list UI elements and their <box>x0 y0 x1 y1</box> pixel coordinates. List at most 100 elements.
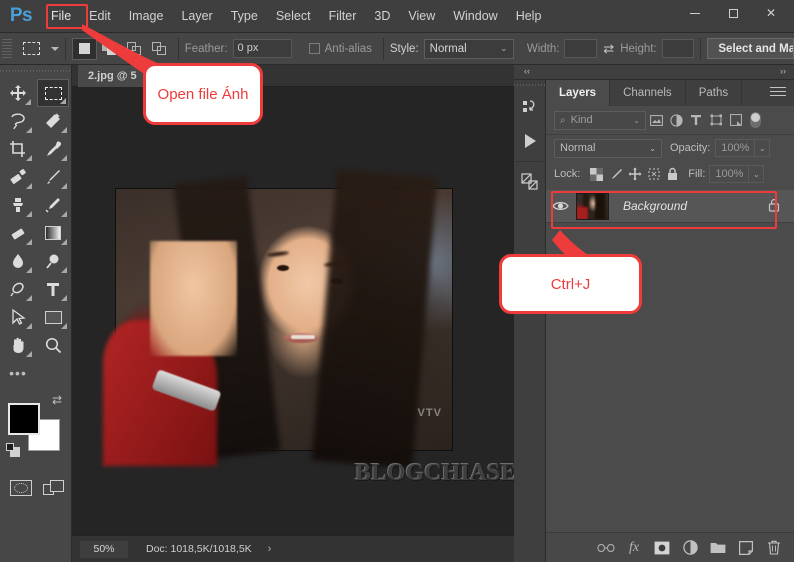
layers-panel: Layers Channels Paths ⌕ Kind ⌄ Normal ⌄ … <box>546 80 794 562</box>
panel-menu-icon[interactable] <box>770 87 786 99</box>
new-adjustment-layer-button[interactable] <box>678 536 702 560</box>
swap-arrows-icon[interactable]: ⇄ <box>597 41 620 57</box>
collapse-panels-left-icon[interactable]: ‹‹ <box>524 66 530 76</box>
history-panel-button[interactable] <box>514 90 545 124</box>
lock-position-button[interactable] <box>625 165 644 184</box>
quick-mask-button[interactable] <box>4 475 38 501</box>
quick-selection-tool-button[interactable] <box>38 107 70 135</box>
tool-preset-chevron-down-icon[interactable] <box>50 46 59 51</box>
zoom-level-input[interactable]: 50% <box>80 540 128 558</box>
actions-panel-button[interactable] <box>514 124 545 158</box>
edit-toolbar-button[interactable]: ••• <box>2 359 34 387</box>
close-button[interactable]: ✕ <box>752 2 790 24</box>
history-brush-tool-button[interactable] <box>38 191 70 219</box>
crop-tool-button[interactable] <box>2 135 34 163</box>
select-and-mask-button[interactable]: Select and Ma <box>707 38 794 59</box>
lock-transparent-pixels-button[interactable] <box>587 165 606 184</box>
collapse-panels-right-icon[interactable]: ›› <box>780 66 786 76</box>
tab-paths[interactable]: Paths <box>686 80 743 106</box>
new-layer-button[interactable] <box>734 536 758 560</box>
opacity-chevron-down-icon[interactable]: ⌄ <box>755 139 771 157</box>
screen-mode-button[interactable] <box>38 475 72 501</box>
rail-grip[interactable] <box>514 80 545 90</box>
new-selection-icon <box>78 43 90 54</box>
healing-brush-tool-button[interactable] <box>2 163 34 191</box>
options-bar-grip[interactable] <box>2 38 12 59</box>
link-layers-icon <box>597 543 615 552</box>
gradient-tool-button[interactable] <box>38 219 70 247</box>
opacity-input[interactable]: 100% <box>715 139 756 157</box>
clone-stamp-tool-button[interactable] <box>2 191 34 219</box>
move-tool-button[interactable] <box>2 79 33 107</box>
current-tool-icon[interactable] <box>16 37 48 61</box>
menu-item-view[interactable]: View <box>399 5 444 27</box>
menu-item-layer[interactable]: Layer <box>172 5 221 27</box>
path-selection-tool-button[interactable] <box>2 303 34 331</box>
menu-item-select[interactable]: Select <box>267 5 320 27</box>
style-select[interactable]: Normal ⌄ <box>423 38 514 59</box>
default-colors-icon[interactable] <box>6 443 21 458</box>
filter-pixel-button[interactable] <box>646 111 666 130</box>
rectangular-marquee-tool-button[interactable] <box>37 79 69 107</box>
adjustments-panel-button[interactable] <box>514 165 545 199</box>
subtract-from-selection-button[interactable] <box>122 38 147 60</box>
tab-channels[interactable]: Channels <box>610 80 686 106</box>
swap-colors-icon[interactable]: ⇄ <box>52 393 62 407</box>
tab-layers[interactable]: Layers <box>546 80 611 106</box>
dodge-tool-button[interactable] <box>38 247 70 275</box>
filter-shape-button[interactable] <box>706 111 726 130</box>
foreground-color-swatch[interactable] <box>8 403 40 435</box>
brush-tool-button[interactable] <box>38 163 70 191</box>
lock-artboard-button[interactable] <box>644 165 663 184</box>
new-selection-button[interactable] <box>71 37 97 60</box>
layer-filter-kind-select[interactable]: ⌕ Kind ⌄ <box>554 110 646 130</box>
menu-item-type[interactable]: Type <box>222 5 267 27</box>
eraser-tool-button[interactable] <box>2 219 34 247</box>
menu-item-help[interactable]: Help <box>507 5 551 27</box>
filter-toggle[interactable] <box>750 112 761 128</box>
add-layer-mask-button[interactable] <box>650 536 674 560</box>
menu-item-filter[interactable]: Filter <box>320 5 366 27</box>
zoom-tool-button[interactable] <box>38 331 70 359</box>
menu-item-image[interactable]: Image <box>120 5 173 27</box>
eyedropper-tool-button[interactable] <box>38 135 70 163</box>
canvas-area[interactable]: VTV BLOGCHIASEKIENTHUC.COM <box>72 87 514 535</box>
file-menu-highlight <box>46 4 88 29</box>
pen-tool-button[interactable] <box>2 275 34 303</box>
feather-input[interactable]: 0 px <box>232 39 292 58</box>
add-to-selection-button[interactable] <box>97 38 122 60</box>
maximize-icon <box>728 8 738 18</box>
blur-tool-button[interactable] <box>2 247 34 275</box>
fill-input[interactable]: 100% <box>709 165 750 183</box>
status-expand-arrow-icon[interactable]: › <box>268 543 272 555</box>
height-input[interactable] <box>661 39 695 58</box>
lock-all-button[interactable] <box>663 165 682 184</box>
divider <box>64 37 66 60</box>
filter-smart-object-button[interactable] <box>726 111 746 130</box>
image-detail <box>277 264 290 271</box>
rectangle-tool-button[interactable] <box>38 303 70 331</box>
delete-layer-button[interactable] <box>762 536 786 560</box>
lock-image-pixels-button[interactable] <box>606 165 625 184</box>
tools-panel-grip[interactable] <box>0 65 71 77</box>
fill-chevron-down-icon[interactable]: ⌄ <box>749 165 765 183</box>
type-tool-button[interactable] <box>38 275 70 303</box>
style-label: Style: <box>389 42 419 55</box>
hand-tool-button[interactable] <box>2 331 34 359</box>
minimize-button[interactable] <box>676 2 714 24</box>
filter-adjustment-button[interactable] <box>666 111 686 130</box>
maximize-button[interactable] <box>714 2 752 24</box>
link-layers-button[interactable] <box>594 536 618 560</box>
layer-style-button[interactable]: fx <box>622 536 646 560</box>
filter-type-button[interactable] <box>686 111 706 130</box>
width-input[interactable] <box>564 39 598 58</box>
blend-mode-select[interactable]: Normal ⌄ <box>554 138 662 158</box>
menu-item-window[interactable]: Window <box>444 5 506 27</box>
lasso-tool-button[interactable] <box>2 107 34 135</box>
blend-mode-row: Normal ⌄ Opacity: 100% ⌄ <box>546 135 794 161</box>
menu-item-3d[interactable]: 3D <box>365 5 399 27</box>
document-tab[interactable]: 2.jpg @ 5 <box>78 65 148 87</box>
intersect-with-selection-button[interactable] <box>147 38 172 60</box>
anti-alias-checkbox[interactable] <box>309 43 320 54</box>
new-group-button[interactable] <box>706 536 730 560</box>
